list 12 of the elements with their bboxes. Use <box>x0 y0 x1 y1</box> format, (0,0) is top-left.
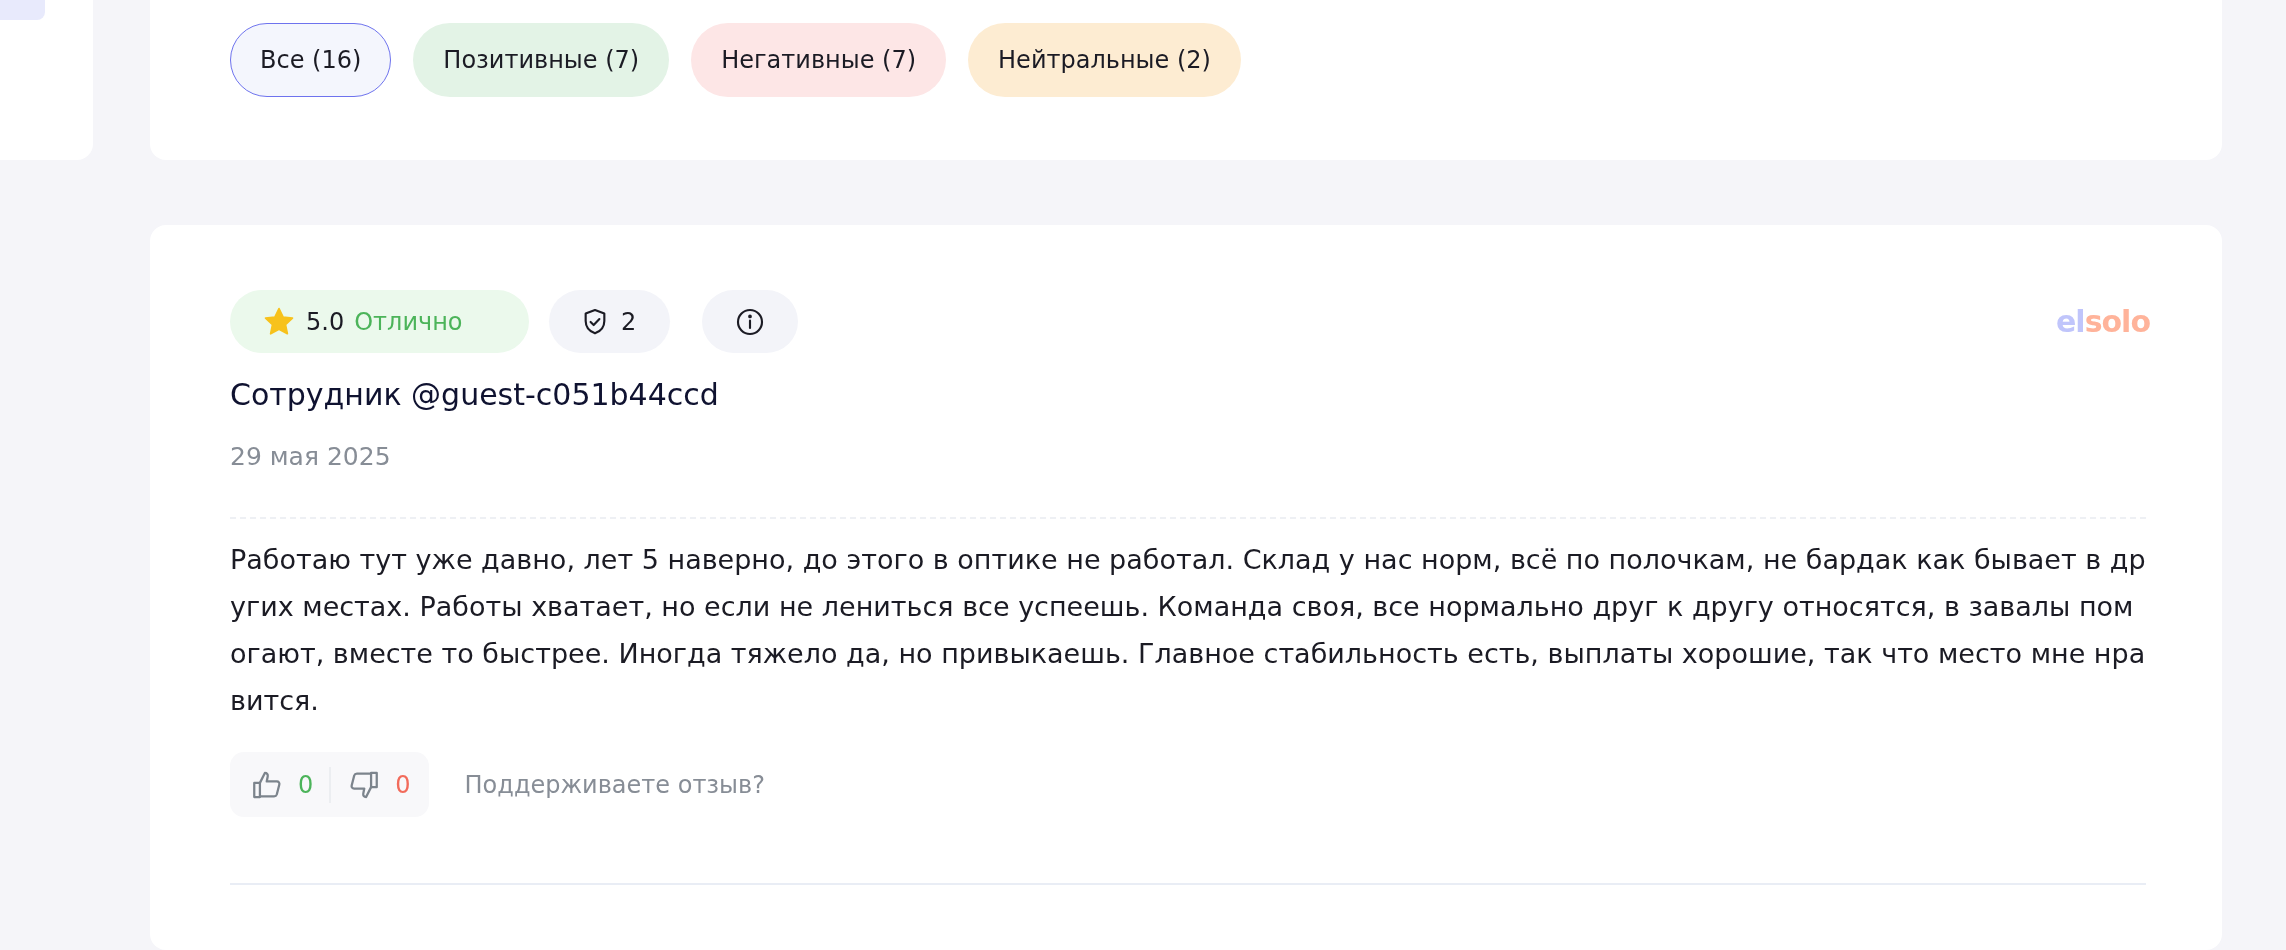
review-date: 29 мая 2025 <box>230 442 392 471</box>
rating-value: 5.0 <box>306 307 345 336</box>
filter-tab[interactable]: Нейтральные (2) <box>968 23 1241 97</box>
brand-logo: elsolo <box>2056 304 2150 339</box>
filter-tab[interactable]: Все (16) <box>230 23 392 97</box>
rating-label: Отлично <box>354 307 463 336</box>
vote-prompt: Поддерживаете отзыв? <box>464 770 765 799</box>
author-name: Сотрудник @guest-c051b44ccd <box>230 377 720 412</box>
verification-button[interactable]: 2 <box>549 290 671 353</box>
review-text: Работаю тут уже давно, лет 5 наверно, до этого в оптике не работал. Склад у нас норм, всё по полочкам, не бардак как бывает в других местах. Работы хватает, но если не лениться все успеешь. Команда своя, все нормально друг к другу относятся, в завалы помогают, вместе то быстрее. Иногда тяжело да, но привыкаешь. Главное стабильность есть, выплаты хорошие, так что место мне нравится. <box>230 543 2146 718</box>
filter-tab[interactable]: Позитивные (7) <box>413 23 670 97</box>
filter-tab[interactable]: Негативные (7) <box>691 23 947 97</box>
